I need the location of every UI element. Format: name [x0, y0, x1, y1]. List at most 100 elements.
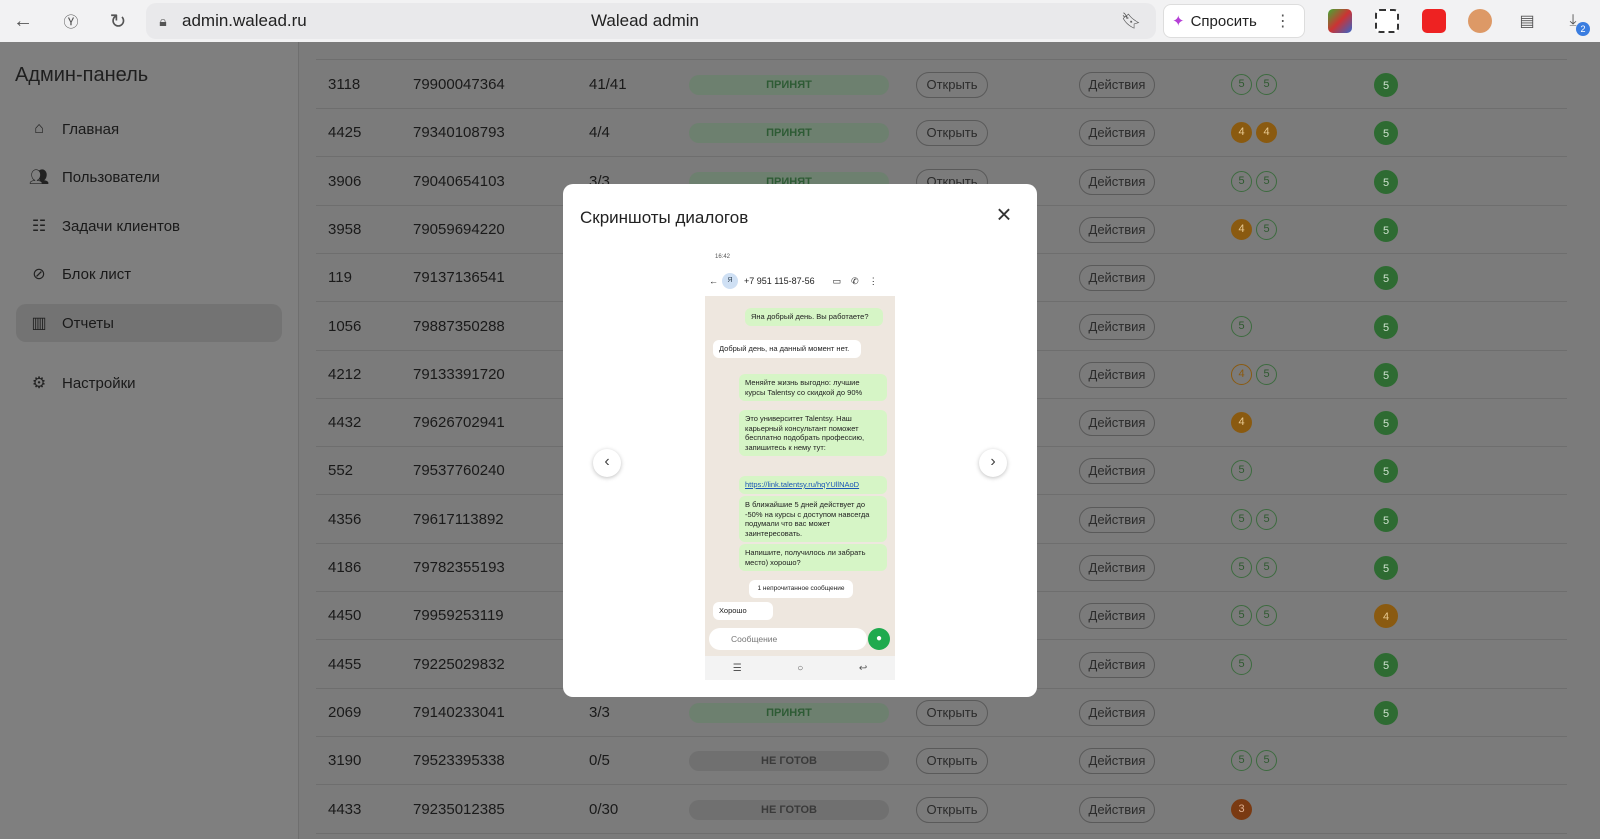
close-icon[interactable]: × — [991, 201, 1017, 228]
avatar-extension-icon[interactable] — [1468, 9, 1492, 33]
actions-button[interactable]: Действия — [1079, 361, 1155, 388]
score-badges: 45 — [1231, 218, 1277, 240]
score-badges: 55 — [1231, 750, 1277, 772]
score-badges: 55 — [1231, 170, 1277, 192]
row-id: 4455 — [328, 655, 362, 673]
score-badge: 5 — [1256, 363, 1277, 385]
row-phone: 79537760240 — [413, 462, 505, 480]
row-phone: 79523395338 — [413, 752, 505, 770]
actions-button[interactable]: Действия — [1079, 748, 1155, 775]
score-badge: 5 — [1231, 605, 1252, 627]
final-score: 5 — [1374, 652, 1398, 677]
qr-icon[interactable] — [1375, 9, 1399, 33]
row-id: 4186 — [328, 559, 362, 576]
score-badges: 4 — [1231, 412, 1252, 434]
pocket-icon[interactable] — [1422, 9, 1446, 33]
chat-message: Напишите, получилось ли забрать место) х… — [739, 544, 887, 571]
actions-button[interactable]: Действия — [1079, 410, 1155, 437]
actions-button[interactable]: Действия — [1079, 796, 1155, 823]
final-score-badge: 5 — [1374, 217, 1398, 242]
downloads-icon[interactable]: ⤓ 2 — [1560, 8, 1590, 36]
final-score-badge: 5 — [1374, 459, 1398, 484]
score-badge: 5 — [1256, 750, 1277, 772]
row-id: 4356 — [328, 510, 362, 528]
row-phone: 79059694220 — [413, 220, 505, 238]
score-badge: 5 — [1231, 460, 1252, 482]
row-count: 3/3 — [589, 703, 610, 721]
actions-button[interactable]: Действия — [1079, 313, 1155, 340]
row-id: 2069 — [328, 703, 362, 721]
sidebar-item-label: Главная — [62, 120, 120, 138]
actions-button[interactable]: Действия — [1079, 651, 1155, 678]
actions-button[interactable]: Действия — [1079, 72, 1155, 98]
status-badge: НЕ ГОТОВ — [689, 799, 889, 820]
row-phone: 79340108793 — [413, 124, 505, 142]
ask-label: Спросить — [1190, 12, 1257, 30]
open-button[interactable]: Открыть — [916, 796, 988, 823]
chat-message: Это университет Talentsy. Наш карьерный … — [739, 410, 887, 456]
bookmark-icon[interactable]: 🔖︎ — [1118, 8, 1144, 34]
sidebar-item[interactable]: ▥ Отчеты — [16, 304, 282, 342]
final-score: 5 — [1374, 459, 1398, 484]
row-phone: 79140233041 — [413, 703, 505, 721]
row-count: 4/4 — [589, 124, 610, 142]
next-arrow-icon[interactable]: › — [979, 449, 1007, 477]
actions-button[interactable]: Действия — [1079, 458, 1155, 485]
chat-message: Добрый день, на данный момент нет. — [713, 340, 861, 358]
actions-button[interactable]: Действия — [1079, 699, 1155, 726]
actions-button[interactable]: Действия — [1079, 216, 1155, 243]
row-phone: 79235012385 — [413, 800, 505, 818]
sidebar-item[interactable]: ⚙ Настройки — [16, 364, 282, 402]
final-score-badge: 5 — [1374, 73, 1398, 97]
status-badge: НЕ ГОТОВ — [689, 751, 889, 772]
score-badge: 5 — [1256, 218, 1277, 240]
open-button[interactable]: Открыть — [916, 748, 988, 775]
video-icon: ▭ — [832, 275, 842, 286]
open-button[interactable]: Открыть — [916, 120, 988, 147]
open-button[interactable]: Открыть — [916, 72, 988, 98]
row-phone: 79900047364 — [413, 76, 505, 93]
chat-message: Яна добрый день. Вы работаете? — [745, 308, 883, 326]
chat-message: Меняйте жизнь выгодно: лучшие курсы Tale… — [739, 374, 887, 401]
row-phone: 79782355193 — [413, 559, 505, 576]
collections-icon[interactable]: ▤ — [1514, 8, 1540, 34]
final-score-badge: 5 — [1374, 700, 1398, 725]
sidebar-item[interactable]: ⊘ Блок лист — [16, 255, 282, 293]
score-badges: 55 — [1231, 508, 1277, 530]
final-score: 4 — [1374, 604, 1398, 629]
score-badges: 44 — [1231, 122, 1277, 144]
actions-button[interactable]: Действия — [1079, 168, 1155, 195]
score-badge: 5 — [1256, 74, 1277, 95]
list-icon: ☷ — [31, 218, 47, 235]
final-score-badge: 5 — [1374, 314, 1398, 339]
score-badges: 45 — [1231, 363, 1277, 385]
actions-button[interactable]: Действия — [1079, 555, 1155, 581]
sidebar-item[interactable]: ⌂ Главная — [16, 110, 282, 148]
row-id: 3190 — [328, 752, 362, 770]
score-badge: 5 — [1256, 508, 1277, 530]
row-id: 3958 — [328, 220, 362, 238]
sidebar-item[interactable]: 👥︎ Пользователи — [16, 158, 282, 196]
table-row: 3190 79523395338 0/5 НЕ ГОТОВ Открыть Действи… — [316, 737, 1567, 786]
actions-button[interactable]: Действия — [1079, 603, 1155, 630]
actions-button[interactable]: Действия — [1079, 506, 1155, 533]
prev-arrow-icon[interactable]: ‹ — [593, 449, 621, 477]
status-badge: ПРИНЯТ — [689, 75, 889, 95]
extension-icon[interactable] — [1328, 9, 1352, 33]
table-row: 3118 79900047364 41/41 ПРИНЯТ Открыть Действи… — [316, 61, 1567, 109]
sidebar-item[interactable]: ☷ Задачи клиентов — [16, 207, 282, 245]
open-button[interactable]: Открыть — [916, 699, 988, 726]
actions-button[interactable]: Действия — [1079, 265, 1155, 292]
back-nav-icon: ↩ — [858, 662, 868, 674]
browser-toolbar: ← Ⓨ ↻ 🔒︎ admin.walead.ru Walead admin 🔖︎… — [0, 0, 1600, 42]
sidebar-item-label: Настройки — [62, 374, 136, 392]
row-phone: 79626702941 — [413, 414, 505, 432]
more-icon[interactable]: ⋮ — [1275, 11, 1291, 31]
chat-avatar: Я — [722, 273, 738, 289]
actions-button[interactable]: Действия — [1079, 120, 1155, 147]
sidebar: Админ-панель ⌂ Главная 👥︎ Пользователи ☷ Зада… — [0, 42, 299, 839]
row-phone: 79617113892 — [413, 510, 504, 528]
ask-button[interactable]: ✦ Спросить ⋮ — [1163, 4, 1305, 38]
score-badge: 4 — [1231, 218, 1252, 240]
final-score-badge: 5 — [1374, 266, 1398, 291]
